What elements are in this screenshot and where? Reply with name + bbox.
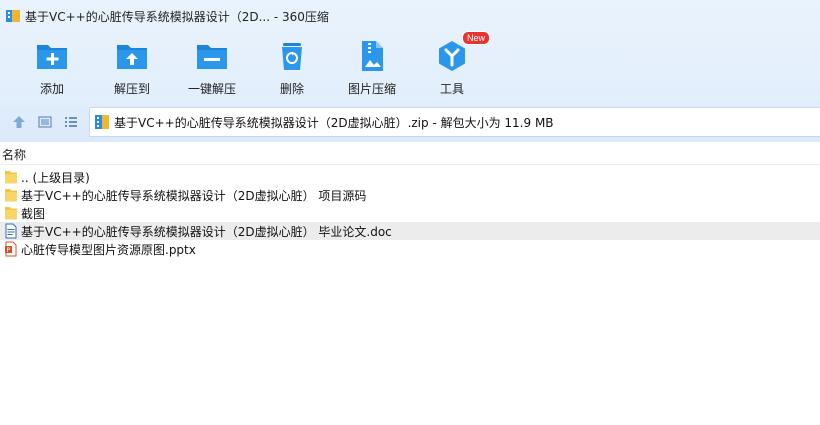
- one-click-extract-icon: [197, 45, 227, 69]
- list-item-name: 心脏传导模型图片资源原图.pptx: [21, 242, 196, 257]
- name-column-label: 名称: [2, 148, 27, 162]
- word-doc-icon: [4, 223, 18, 239]
- extract-to-button[interactable]: 解压到: [92, 34, 172, 100]
- powerpoint-icon: P: [4, 241, 18, 257]
- list-item-doc-file[interactable]: 基于VC++的心脏传导系统模拟器设计（2D虚拟心脏） 毕业论文.doc: [0, 222, 820, 240]
- image-compress-button[interactable]: 图片压缩: [332, 34, 412, 100]
- name-column-header[interactable]: 名称: [0, 145, 820, 165]
- thumbnail-view-icon: [38, 116, 52, 128]
- go-up-button[interactable]: [10, 113, 28, 131]
- add-label: 添加: [39, 82, 64, 96]
- list-item-screenshots-folder[interactable]: 截图: [0, 204, 820, 222]
- list-item-parent-dir[interactable]: .. (上级目录): [0, 168, 820, 186]
- image-compress-label: 图片压缩: [347, 82, 396, 96]
- list-view-button[interactable]: [62, 113, 80, 131]
- arrow-up-icon: [13, 116, 25, 128]
- folder-icon: [4, 187, 18, 203]
- list-item-name: 基于VC++的心脏传导系统模拟器设计（2D虚拟心脏） 毕业论文.doc: [21, 224, 392, 239]
- new-badge: New: [462, 31, 491, 45]
- thumbnail-view-button[interactable]: [36, 113, 54, 131]
- delete-button[interactable]: 删除: [252, 34, 332, 100]
- image-compress-icon: [362, 41, 383, 71]
- window-title: 基于VC++的心脏传导系统模拟器设计（2D... - 360压缩: [25, 9, 329, 24]
- list-view-icon: [65, 117, 77, 127]
- zip-file-icon: [94, 114, 110, 130]
- address-text: 基于VC++的心脏传导系统模拟器设计（2D虚拟心脏）.zip - 解包大小为 1…: [114, 115, 554, 130]
- folder-icon: [4, 205, 18, 221]
- main-toolbar: 添加 解压到 一键解压 删除 图片压缩 New 工具: [0, 31, 820, 100]
- extract-to-icon: [117, 45, 147, 69]
- folder-icon: [4, 169, 18, 185]
- list-item-name: 截图: [21, 206, 46, 221]
- tools-button[interactable]: New 工具: [412, 31, 492, 100]
- add-button[interactable]: 添加: [12, 34, 92, 100]
- one-click-extract-label: 一键解压: [187, 82, 236, 96]
- title-bar: 基于VC++的心脏传导系统模拟器设计（2D... - 360压缩: [0, 0, 820, 32]
- list-item-name: .. (上级目录): [21, 170, 90, 185]
- list-item-name: 基于VC++的心脏传导系统模拟器设计（2D虚拟心脏） 项目源码: [21, 188, 367, 203]
- delete-label: 删除: [279, 82, 304, 96]
- tools-label: 工具: [439, 82, 464, 96]
- list-item-pptx-file[interactable]: P 心脏传导模型图片资源原图.pptx: [0, 240, 820, 258]
- file-list: .. (上级目录) 基于VC++的心脏传导系统模拟器设计（2D虚拟心脏） 项目源…: [0, 168, 820, 258]
- list-item-source-folder[interactable]: 基于VC++的心脏传导系统模拟器设计（2D虚拟心脏） 项目源码: [0, 186, 820, 204]
- address-bar[interactable]: 基于VC++的心脏传导系统模拟器设计（2D虚拟心脏）.zip - 解包大小为 1…: [89, 107, 820, 137]
- add-icon: [37, 45, 67, 69]
- extract-to-label: 解压到: [113, 82, 150, 96]
- app-archive-icon: [6, 9, 20, 23]
- navigation-bar: 基于VC++的心脏传导系统模拟器设计（2D虚拟心脏）.zip - 解包大小为 1…: [0, 107, 820, 137]
- svg-text:P: P: [7, 247, 11, 254]
- delete-icon: [282, 43, 302, 70]
- one-click-extract-button[interactable]: 一键解压: [172, 34, 252, 100]
